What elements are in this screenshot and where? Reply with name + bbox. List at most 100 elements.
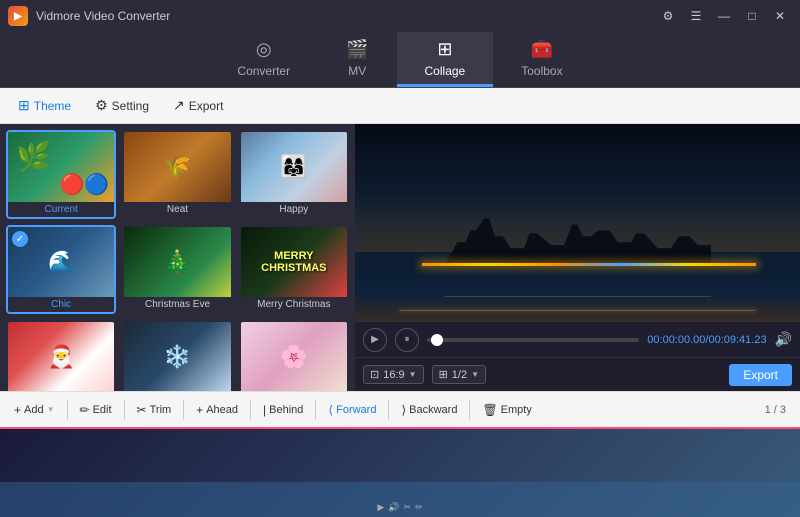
titlebar: ▶ Vidmore Video Converter ⚙ ☰ — □ ✕ bbox=[0, 0, 800, 32]
layout-select[interactable]: ⊞ 1/2 ▼ bbox=[432, 365, 486, 384]
controls-bar: ▶ ⏸ 00:00:00.00/00:09:41.23 🔊 bbox=[355, 321, 800, 357]
sep4 bbox=[250, 400, 251, 420]
edit-icon: ✏ bbox=[80, 403, 90, 417]
setting-icon: ⚙ bbox=[95, 97, 108, 114]
empty-button[interactable]: 🗑 Empty bbox=[474, 399, 539, 421]
backward-label: Backward bbox=[409, 404, 457, 416]
collage-icon: ⊞ bbox=[437, 39, 452, 60]
tab-converter[interactable]: ◎ Converter bbox=[209, 32, 318, 87]
theme-item-chic[interactable]: ✓ 🌊 Chic bbox=[6, 225, 116, 314]
timeline-clip-3[interactable]: ▶ 🔊 ✂ ✏ bbox=[270, 437, 370, 509]
theme-item-snowy-night[interactable]: ❄️ Snowy Night bbox=[122, 320, 232, 391]
ratio-value: 16:9 bbox=[383, 369, 404, 381]
export-icon: ↗ bbox=[173, 97, 185, 114]
ratio-dropdown-icon: ▼ bbox=[409, 370, 417, 379]
empty-icon: 🗑 bbox=[482, 403, 497, 417]
forward-label: Forward bbox=[336, 404, 376, 416]
theme-label-chic: Chic bbox=[8, 297, 114, 312]
pause-button[interactable]: ⏸ bbox=[395, 328, 419, 352]
add-button[interactable]: + Add ▼ bbox=[6, 399, 63, 421]
sep1 bbox=[67, 400, 68, 420]
tab-toolbox[interactable]: 🧰 Toolbox bbox=[493, 32, 590, 87]
tab-collage[interactable]: ⊞ Collage bbox=[397, 32, 494, 87]
theme-label-neat: Neat bbox=[124, 202, 230, 217]
trim-button[interactable]: ✂ Trim bbox=[129, 399, 180, 421]
trim-label: Trim bbox=[150, 404, 172, 416]
close-button[interactable]: ✕ bbox=[768, 6, 792, 26]
export-toolbar-button[interactable]: ↗ Export bbox=[163, 93, 233, 118]
clip-background-3 bbox=[271, 438, 369, 508]
layout-value: 1/2 bbox=[452, 369, 467, 381]
main-content: 🌿 🔴🔵 Current 🌾 Neat 👩‍👩‍👧 Happy bbox=[0, 124, 800, 391]
menu-button[interactable]: ☰ bbox=[684, 6, 708, 26]
progress-bar[interactable] bbox=[427, 338, 639, 342]
sep7 bbox=[469, 400, 470, 420]
app-title: Vidmore Video Converter bbox=[36, 9, 656, 23]
tab-converter-label: Converter bbox=[237, 64, 290, 78]
theme-item-christmas-eve[interactable]: 🎄 Christmas Eve bbox=[122, 225, 232, 314]
tab-mv[interactable]: 🎬 MV bbox=[318, 32, 396, 87]
backward-button[interactable]: ⟩ Backward bbox=[393, 399, 465, 421]
tab-toolbox-label: Toolbox bbox=[521, 64, 562, 78]
theme-item-current[interactable]: 🌿 🔴🔵 Current bbox=[6, 130, 116, 219]
tab-mv-label: MV bbox=[348, 64, 366, 78]
add-icon: + bbox=[14, 403, 21, 417]
sep5 bbox=[315, 400, 316, 420]
ahead-button[interactable]: + Ahead bbox=[188, 399, 246, 421]
settings-button[interactable]: ⚙ bbox=[656, 6, 680, 26]
play-button[interactable]: ▶ bbox=[363, 328, 387, 352]
nav-tabs: ◎ Converter 🎬 MV ⊞ Collage 🧰 Toolbox bbox=[0, 32, 800, 88]
edit-button[interactable]: ✏ Edit bbox=[72, 399, 120, 421]
export-toolbar-label: Export bbox=[189, 99, 224, 113]
theme-label-happy: Happy bbox=[241, 202, 347, 217]
mv-icon: 🎬 bbox=[346, 39, 368, 60]
theme-item-happy[interactable]: 👩‍👩‍👧 Happy bbox=[239, 130, 349, 219]
toolbar: ⊞ Theme ⚙ Setting ↗ Export bbox=[0, 88, 800, 124]
sep6 bbox=[388, 400, 389, 420]
theme-item-merry-christmas[interactable]: MERRYCHRISTMAS Merry Christmas bbox=[239, 225, 349, 314]
ahead-icon: + bbox=[196, 403, 203, 417]
ratio-icon: ⊡ bbox=[370, 368, 379, 381]
theme-item-neat[interactable]: 🌾 Neat bbox=[122, 130, 232, 219]
theme-item-santa-claus[interactable]: 🎅 Santa Claus bbox=[6, 320, 116, 391]
theme-button[interactable]: ⊞ Theme bbox=[8, 93, 81, 118]
ratio-select[interactable]: ⊡ 16:9 ▼ bbox=[363, 365, 424, 384]
behind-button[interactable]: | Behind bbox=[255, 399, 311, 421]
preview-area bbox=[355, 124, 800, 321]
theme-label-merry-christmas: Merry Christmas bbox=[241, 297, 347, 312]
page-indicator: 1 / 3 bbox=[765, 404, 794, 416]
export-button[interactable]: Export bbox=[729, 364, 792, 386]
empty-label: Empty bbox=[501, 404, 532, 416]
setting-button[interactable]: ⚙ Setting bbox=[85, 93, 159, 118]
behind-icon: | bbox=[263, 403, 266, 417]
theme-label: Theme bbox=[34, 99, 71, 113]
backward-icon: ⟩ bbox=[401, 403, 406, 417]
theme-item-stripes-waves[interactable]: 🌸 Stripes & Waves bbox=[239, 320, 349, 391]
layout-dropdown-icon: ▼ bbox=[471, 370, 479, 379]
add-dropdown-icon: ▼ bbox=[47, 405, 55, 414]
progress-thumb[interactable] bbox=[431, 334, 443, 346]
trim-icon: ✂ bbox=[137, 403, 147, 417]
toolbox-icon: 🧰 bbox=[531, 39, 553, 60]
layout-icon: ⊞ bbox=[439, 368, 448, 381]
volume-icon[interactable]: 🔊 bbox=[775, 331, 792, 348]
setting-label: Setting bbox=[112, 99, 149, 113]
action-bar: + Add ▼ ✏ Edit ✂ Trim + Ahead | Behind ⟨… bbox=[0, 391, 800, 427]
sep3 bbox=[183, 400, 184, 420]
behind-label: Behind bbox=[269, 404, 303, 416]
forward-button[interactable]: ⟨ Forward bbox=[320, 399, 384, 421]
forward-icon: ⟨ bbox=[328, 403, 333, 417]
tab-collage-label: Collage bbox=[425, 64, 466, 78]
ahead-label: Ahead bbox=[206, 404, 238, 416]
sep2 bbox=[124, 400, 125, 420]
theme-label-christmas-eve: Christmas Eve bbox=[124, 297, 230, 312]
maximize-button[interactable]: □ bbox=[740, 6, 764, 26]
preview-panel: ▶ ⏸ 00:00:00.00/00:09:41.23 🔊 ⊡ 16:9 ▼ ⊞… bbox=[355, 124, 800, 391]
timeline: ⏱ 00:08:40 ✕ ▶ 🔊 ✂ ✏ ▶ 🔊 ✂ ✏ ← bbox=[0, 427, 800, 517]
selected-badge: ✓ bbox=[12, 231, 28, 247]
minimize-button[interactable]: — bbox=[712, 6, 736, 26]
preview-background bbox=[355, 124, 800, 321]
theme-icon: ⊞ bbox=[18, 97, 30, 114]
theme-grid: 🌿 🔴🔵 Current 🌾 Neat 👩‍👩‍👧 Happy bbox=[6, 130, 349, 391]
app-logo: ▶ bbox=[8, 6, 28, 26]
